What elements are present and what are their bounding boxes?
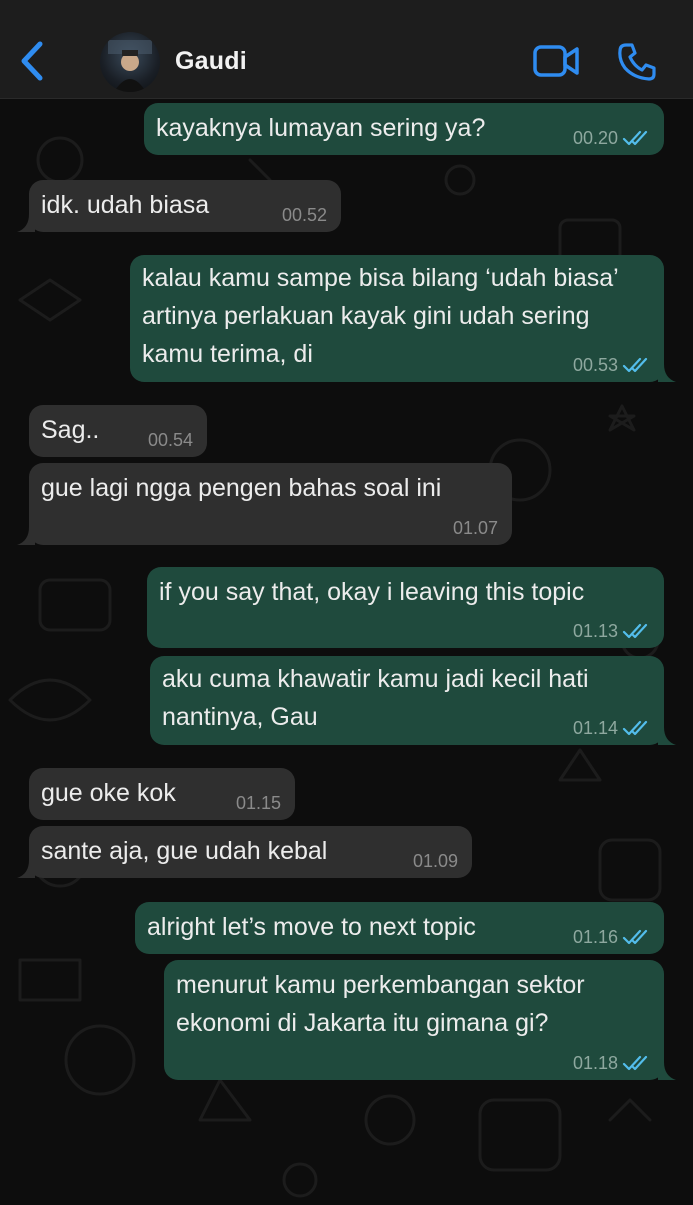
double-check-icon [622,623,648,639]
message-meta: 01.14 [573,717,650,739]
message-text: menurut kamu perkembangan sektor ekonomi… [176,971,592,1037]
message-meta: 00.20 [573,127,650,149]
message-meta: 01.15 [236,792,281,814]
bubble-tail [17,214,35,232]
bubble-tail [658,1062,676,1080]
message-meta: 00.52 [282,204,327,226]
message-time: 00.52 [281,205,327,225]
double-check-icon [622,130,648,146]
message-time: 00.53 [572,355,618,375]
message-time: 01.15 [235,793,281,813]
message-bubble-outgoing[interactable]: aku cuma khawatir kamu jadi kecil hati n… [150,656,676,745]
message-time: 01.16 [572,927,618,947]
message-meta: 01.18 [573,1052,650,1074]
message-time: 01.14 [572,718,618,738]
double-check-icon [622,1055,648,1071]
message-bubble-outgoing[interactable]: kalau kamu sampe bisa bilang ‘udah biasa… [130,255,676,382]
chat-header: Gaudi [0,0,693,99]
message-meta: 01.09 [413,850,458,872]
message-bubble-outgoing[interactable]: kayaknya lumayan sering ya? 00.20 [144,103,664,155]
message-bubble-incoming[interactable]: gue lagi ngga pengen bahas soal ini 01.0… [17,463,512,545]
message-time: 01.07 [452,518,498,538]
contact-name[interactable]: Gaudi [175,47,247,76]
back-button[interactable] [16,40,50,82]
double-check-icon [622,357,648,373]
message-bubble-outgoing[interactable]: menurut kamu perkembangan sektor ekonomi… [164,960,676,1080]
bubble-tail [658,364,676,382]
message-time: 01.18 [572,1053,618,1073]
message-list[interactable]: kayaknya lumayan sering ya? 00.20 idk. u… [0,98,693,1200]
phone-icon [618,43,656,81]
voice-call-button[interactable] [617,42,657,82]
avatar[interactable] [100,32,160,92]
message-bubble-outgoing[interactable]: if you say that, okay i leaving this top… [147,567,664,648]
message-bubble-incoming[interactable]: sante aja, gue udah kebal 01.09 [17,826,472,878]
chevron-left-icon [21,41,43,81]
bubble-tail [17,860,35,878]
bubble-tail [658,727,676,745]
avatar-image [108,40,152,92]
message-time: 00.20 [572,128,618,148]
message-meta: 01.13 [573,620,650,642]
message-text: if you say that, okay i leaving this top… [159,578,585,606]
message-bubble-incoming[interactable]: Sag.. 00.54 [29,405,207,457]
message-text: gue lagi ngga pengen bahas soal ini [41,474,442,502]
double-check-icon [622,720,648,736]
message-meta: 01.16 [573,926,650,948]
message-bubble-outgoing[interactable]: alright let’s move to next topic 01.16 [135,902,664,954]
video-call-button[interactable] [533,44,579,78]
message-meta: 00.54 [148,429,193,451]
message-time: 00.54 [147,430,193,450]
message-meta: 00.53 [573,354,650,376]
message-bubble-incoming[interactable]: gue oke kok 01.15 [29,768,295,820]
message-bubble-incoming[interactable]: idk. udah biasa 00.52 [17,180,341,232]
message-text: sante aja, gue udah kebal [41,837,328,865]
message-meta: 01.07 [453,517,498,539]
video-camera-icon [533,45,579,77]
message-time: 01.13 [572,621,618,641]
double-check-icon [622,929,648,945]
message-time: 01.09 [412,851,458,871]
bubble-tail [17,527,35,545]
